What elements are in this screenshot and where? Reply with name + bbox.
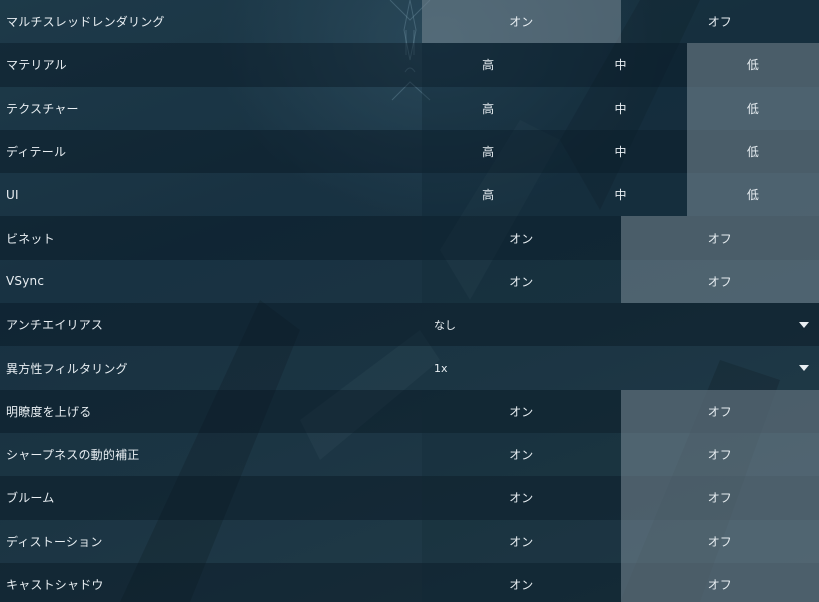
option-button[interactable]: オン [422, 519, 621, 563]
option-button[interactable]: オフ [620, 216, 819, 260]
settings-row: アンチエイリアス なし [0, 303, 819, 347]
option-group: 高中低 [422, 43, 819, 87]
option-button[interactable]: 高 [422, 86, 555, 130]
option-button[interactable]: オフ [620, 389, 819, 433]
settings-panel: マルチスレッドレンダリング オン オフ マテリアル高中低テクスチャー高中低ディテール高… [0, 0, 819, 602]
settings-row: UI 高中低 [0, 173, 819, 217]
option-group: オン オフ [422, 432, 819, 477]
setting-label: マテリアル [6, 58, 67, 73]
option-button[interactable]: 中 [554, 129, 687, 174]
setting-label: テクスチャー [6, 101, 79, 116]
option-button[interactable]: 高 [422, 173, 555, 217]
settings-row: ブルーム オン オフ [0, 476, 819, 520]
option-button[interactable]: オン [422, 216, 621, 260]
settings-row: マルチスレッドレンダリング オン オフ [0, 0, 819, 44]
option-button[interactable]: オン [422, 562, 621, 602]
option-button[interactable]: オフ [620, 562, 819, 602]
option-button[interactable]: オフ [620, 259, 819, 304]
setting-dropdown[interactable]: 1x [422, 346, 819, 389]
option-group: オン オフ [422, 259, 819, 304]
settings-row: テクスチャー 高中低 [0, 86, 819, 130]
setting-label: マルチスレッドレンダリング [6, 15, 165, 30]
option-button[interactable]: 中 [554, 43, 687, 87]
settings-row: VSync オン オフ [0, 259, 819, 304]
option-button[interactable]: オン [422, 0, 621, 44]
option-button[interactable]: 低 [686, 86, 819, 130]
option-button[interactable]: オフ [620, 476, 819, 520]
option-group: 高中低 [422, 173, 819, 217]
option-button[interactable]: オン [422, 432, 621, 477]
option-group: オン オフ [422, 519, 819, 563]
option-button[interactable]: オフ [620, 432, 819, 477]
setting-label: アンチエイリアス [6, 318, 104, 333]
option-group: オン オフ [422, 216, 819, 260]
setting-label: VSync [6, 274, 45, 289]
option-button[interactable]: 高 [422, 43, 555, 87]
setting-label: ビネット [6, 231, 55, 246]
option-button[interactable]: オフ [620, 519, 819, 563]
settings-row: マテリアル 高中低 [0, 43, 819, 87]
setting-label: 異方性フィルタリング [6, 361, 128, 376]
setting-label: キャストシャドウ [6, 578, 104, 592]
setting-label: ブルーム [6, 491, 55, 506]
option-button[interactable]: オン [422, 476, 621, 520]
option-button[interactable]: オフ [620, 0, 819, 44]
option-group: オン オフ [422, 562, 819, 602]
option-group: オン オフ [422, 0, 819, 44]
setting-label: UI [6, 187, 19, 202]
chevron-down-icon[interactable] [799, 365, 809, 372]
option-button[interactable]: オン [422, 389, 621, 433]
setting-label: 明瞭度を上げる [6, 404, 92, 419]
option-button[interactable]: 低 [686, 129, 819, 174]
setting-label: ディストーション [6, 534, 103, 549]
option-button[interactable]: オン [422, 259, 621, 304]
settings-row: ディストーション オン オフ [0, 519, 819, 563]
settings-row: ディテール 高中低 [0, 129, 819, 174]
settings-list: マルチスレッドレンダリング オン オフ マテリアル高中低テクスチャー高中低ディテール高… [0, 0, 819, 602]
settings-row: 明瞭度を上げる オン オフ [0, 389, 819, 433]
setting-label: ディテール [6, 145, 67, 160]
option-group: オン オフ [422, 389, 819, 433]
option-button[interactable]: 高 [422, 129, 555, 174]
option-button[interactable]: 中 [554, 86, 687, 130]
settings-row: シャープネスの動的補正 オン オフ [0, 432, 819, 477]
option-button[interactable]: 低 [686, 43, 819, 87]
option-button[interactable]: 中 [554, 173, 687, 217]
settings-row: ビネット オン オフ [0, 216, 819, 260]
settings-row: キャストシャドウ オン オフ [0, 562, 819, 602]
dropdown-value: なし [434, 318, 456, 332]
option-button[interactable]: 低 [686, 173, 819, 217]
chevron-down-icon[interactable] [799, 321, 809, 328]
option-group: 高中低 [422, 129, 819, 174]
settings-row: 異方性フィルタリング 1x [0, 346, 819, 390]
option-group: オン オフ [422, 476, 819, 520]
dropdown-value: 1x [434, 361, 448, 375]
setting-label: シャープネスの動的補正 [6, 448, 140, 463]
setting-dropdown[interactable]: なし [422, 303, 819, 346]
option-group: 高中低 [422, 86, 819, 130]
